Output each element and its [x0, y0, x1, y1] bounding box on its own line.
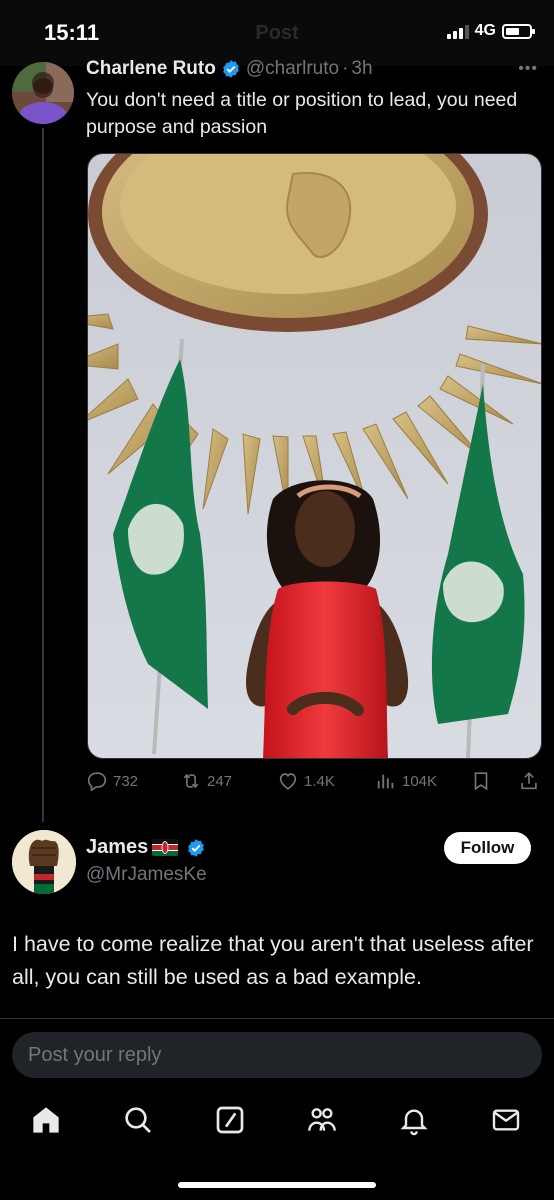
post-text: You don't need a title or position to le…	[86, 89, 518, 138]
home-icon[interactable]	[30, 1104, 62, 1136]
view-count: 104K	[402, 772, 438, 790]
bookmark-icon	[474, 772, 488, 791]
reply-header: James	[86, 836, 211, 859]
share-action[interactable]	[518, 770, 540, 792]
verified-badge-icon	[221, 59, 241, 79]
author-handle[interactable]: @charlruto	[246, 58, 339, 80]
post-header: Charlene Ruto @charlruto · 3h	[86, 58, 534, 80]
search-icon[interactable]	[122, 1104, 154, 1136]
bottom-navigation	[0, 1092, 554, 1152]
like-action[interactable]: 1.4K	[277, 770, 335, 792]
reply-text: I have to come realize that you aren't t…	[12, 932, 534, 989]
meta-separator: ·	[342, 58, 349, 79]
author-name[interactable]: Charlene Ruto	[86, 58, 216, 80]
repost-icon	[183, 773, 199, 789]
bookmark-action[interactable]	[470, 770, 492, 792]
messages-envelope-icon[interactable]	[490, 1104, 522, 1136]
post-image[interactable]	[87, 153, 542, 759]
status-bar: Post 15:11 4G	[0, 0, 554, 66]
reply-author-name[interactable]: James	[86, 836, 148, 859]
repost-count: 247	[207, 772, 233, 790]
grok-icon[interactable]	[214, 1104, 246, 1136]
status-time: 15:11	[44, 20, 100, 45]
author-avatar[interactable]	[12, 62, 74, 124]
reply-count: 732	[113, 772, 139, 790]
more-options-icon[interactable]: •••	[518, 60, 538, 78]
analytics-icon	[377, 774, 394, 789]
status-indicators: 4G	[446, 22, 535, 40]
reply-verified-badge-icon	[186, 838, 206, 858]
reply-author-handle[interactable]: @MrJamesKe	[86, 864, 207, 886]
post-time: 3h	[351, 58, 373, 79]
reply-author-avatar[interactable]	[12, 830, 76, 894]
post-actions: 732 247 1.4K 104K	[86, 770, 544, 798]
signal-icon	[446, 23, 469, 39]
battery-icon	[502, 23, 535, 39]
home-indicator[interactable]	[178, 1182, 376, 1188]
notifications-bell-icon[interactable]	[398, 1104, 430, 1136]
share-icon	[521, 772, 537, 790]
heart-icon	[279, 773, 297, 790]
views-action[interactable]: 104K	[375, 770, 437, 792]
kenya-flag-icon	[152, 839, 179, 856]
communities-icon[interactable]	[306, 1104, 338, 1136]
reply-composer-input[interactable]: Post your reply	[12, 1032, 542, 1078]
reply-icon	[87, 772, 107, 792]
network-label: 4G	[474, 22, 496, 39]
thread-connector	[42, 128, 44, 822]
repost-action[interactable]: 247	[180, 770, 232, 792]
like-count: 1.4K	[304, 772, 335, 790]
divider	[0, 1018, 554, 1019]
follow-button[interactable]: Follow	[444, 832, 531, 864]
reply-action[interactable]: 732	[86, 770, 138, 792]
